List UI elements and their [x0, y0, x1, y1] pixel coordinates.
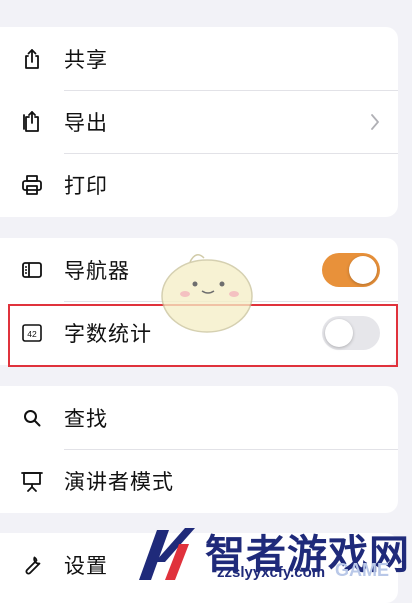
word-count-icon: 42 — [20, 321, 44, 345]
menu-item-presenter-mode[interactable]: 演讲者模式 — [0, 449, 398, 512]
menu-item-label: 查找 — [64, 406, 108, 431]
word-count-icon-text: 42 — [27, 329, 37, 339]
menu-item-label: 字数统计 — [64, 321, 152, 346]
search-icon — [20, 406, 44, 430]
toggle-knob — [349, 255, 377, 284]
site-logo — [139, 528, 195, 580]
export-icon — [20, 110, 44, 134]
chevron-right-icon — [371, 113, 379, 130]
menu-item-share[interactable]: 共享 — [0, 27, 398, 90]
wrench-icon — [20, 553, 44, 577]
menu-item-label: 导航器 — [64, 258, 130, 283]
menu-group-tools: 查找 演讲者模式 — [0, 386, 398, 513]
watermark-url: zzslyyxcfy.com — [217, 564, 326, 581]
site-watermark: 智者游戏网 zzslyyxcfy.com GAME — [135, 520, 410, 589]
menu-item-print[interactable]: 打印 — [0, 153, 398, 216]
navigator-toggle[interactable] — [322, 252, 380, 287]
word-count-toggle[interactable] — [322, 315, 380, 350]
printer-icon — [20, 173, 44, 197]
share-icon — [20, 47, 44, 71]
menu-item-label: 导出 — [64, 110, 108, 135]
menu-item-label: 设置 — [64, 553, 108, 578]
menu-item-label: 演讲者模式 — [64, 469, 174, 494]
sidebar-icon — [20, 258, 44, 282]
presenter-icon — [20, 469, 44, 493]
menu-item-label: 打印 — [64, 173, 108, 198]
menu-item-export[interactable]: 导出 — [0, 90, 398, 153]
menu-item-label: 共享 — [64, 47, 108, 72]
menu-item-find[interactable]: 查找 — [0, 386, 398, 449]
mascot-watermark — [161, 254, 253, 333]
menu-group-share: 共享 导出 打印 — [0, 27, 398, 217]
watermark-game: GAME — [335, 560, 389, 580]
toggle-knob — [325, 318, 353, 347]
